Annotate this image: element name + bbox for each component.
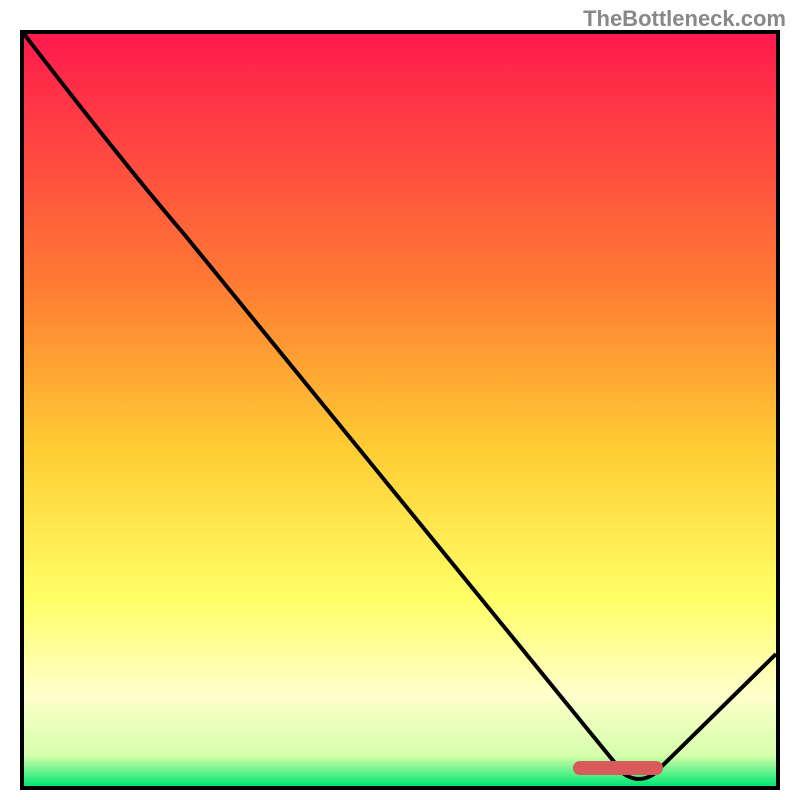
optimal-range-marker — [573, 761, 663, 775]
chart-plot-area — [20, 30, 780, 790]
watermark-text: TheBottleneck.com — [583, 6, 786, 32]
bottleneck-curve — [24, 34, 776, 786]
